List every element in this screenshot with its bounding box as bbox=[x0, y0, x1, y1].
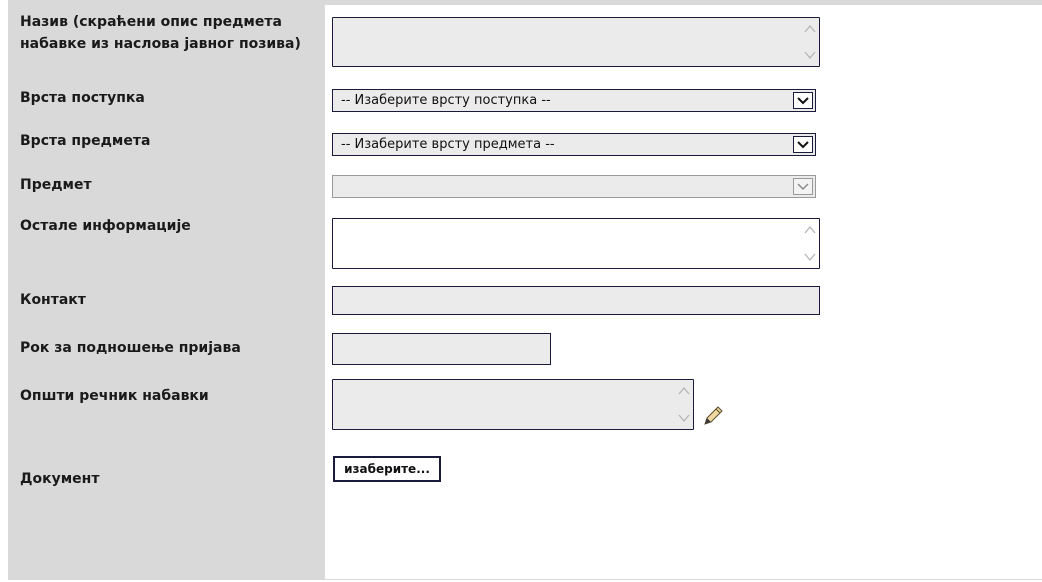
ostale-informacije-label: Остале информације bbox=[20, 218, 191, 234]
vrsta-postupka-select[interactable]: -- Изаберите врсту поступка -- bbox=[332, 89, 816, 112]
chevron-up-icon[interactable] bbox=[803, 22, 817, 36]
pencil-icon[interactable] bbox=[701, 404, 723, 428]
naziv-scrollbar[interactable] bbox=[803, 22, 817, 62]
vrsta-predmeta-dropdown-button[interactable] bbox=[793, 136, 813, 153]
opsti-recnik-scrollbar[interactable] bbox=[677, 384, 691, 425]
rok-input[interactable] bbox=[332, 333, 551, 365]
vrsta-postupka-dropdown-button[interactable] bbox=[793, 92, 813, 109]
bottom-border bbox=[325, 579, 1042, 580]
rok-label: Рок за подношење пријава bbox=[20, 340, 241, 356]
chevron-down-icon[interactable] bbox=[803, 48, 817, 62]
vrsta-postupka-label: Врста поступка bbox=[20, 90, 145, 106]
naziv-textarea[interactable] bbox=[332, 17, 820, 67]
vrsta-postupka-selected: -- Изаберите врсту поступка -- bbox=[341, 93, 551, 108]
chevron-down-icon[interactable] bbox=[803, 250, 817, 264]
ostale-informacije-scrollbar[interactable] bbox=[803, 223, 817, 264]
predmet-dropdown-button[interactable] bbox=[793, 178, 813, 195]
chevron-down-icon bbox=[797, 141, 809, 149]
ostale-informacije-textarea[interactable] bbox=[332, 218, 820, 269]
kontakt-input[interactable] bbox=[332, 286, 820, 315]
opsti-recnik-label: Општи речник набавки bbox=[20, 388, 209, 404]
chevron-up-icon[interactable] bbox=[677, 384, 691, 398]
top-border bbox=[325, 0, 1042, 5]
kontakt-label: Контакт bbox=[20, 292, 86, 308]
vrsta-predmeta-selected: -- Изаберите врсту предмета -- bbox=[341, 137, 555, 152]
naziv-label-line1: Назив (скраћени опис предмета bbox=[20, 14, 282, 30]
chevron-down-icon[interactable] bbox=[677, 411, 691, 425]
choose-file-button[interactable]: изаберите... bbox=[333, 456, 441, 482]
predmet-select[interactable] bbox=[332, 175, 816, 198]
predmet-label: Предмет bbox=[20, 177, 92, 193]
chevron-up-icon[interactable] bbox=[803, 223, 817, 237]
naziv-label-line2: набавке из наслова јавног позива) bbox=[20, 36, 301, 52]
vrsta-predmeta-label: Врста предмета bbox=[20, 133, 151, 149]
vrsta-predmeta-select[interactable]: -- Изаберите врсту предмета -- bbox=[332, 133, 816, 156]
chevron-down-icon bbox=[797, 97, 809, 105]
opsti-recnik-textarea[interactable] bbox=[332, 379, 694, 430]
dokument-label: Документ bbox=[20, 471, 100, 487]
chevron-down-icon bbox=[797, 183, 809, 191]
